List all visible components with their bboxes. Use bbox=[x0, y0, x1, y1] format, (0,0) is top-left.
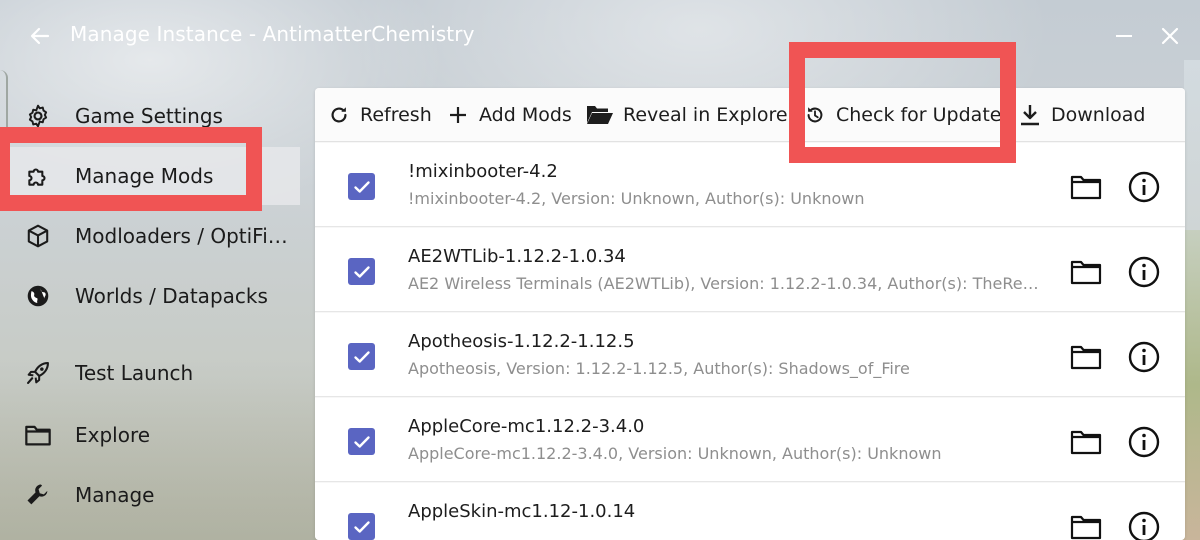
mod-row: AppleSkin-mc1.12-1.0.14 bbox=[315, 483, 1185, 540]
download-button[interactable]: Download bbox=[1018, 96, 1145, 134]
sidebar-item-manage-mods[interactable]: Manage Mods bbox=[0, 147, 300, 205]
reveal-label: Reveal in Explorer bbox=[623, 104, 796, 126]
checkmark-icon bbox=[353, 435, 370, 448]
checkmark-icon bbox=[353, 520, 370, 533]
minimize-button[interactable] bbox=[1108, 20, 1140, 52]
mod-info-button[interactable] bbox=[1126, 424, 1162, 460]
plus-icon bbox=[446, 103, 470, 127]
mods-panel: Refresh Add Mods Reveal in Explorer Chec… bbox=[315, 88, 1185, 540]
sidebar-item-label: Worlds / Datapacks bbox=[75, 284, 268, 308]
mod-enabled-checkbox[interactable] bbox=[348, 173, 375, 200]
info-icon bbox=[1128, 511, 1160, 540]
folder-icon bbox=[1070, 515, 1102, 540]
arrow-left-icon bbox=[30, 27, 50, 45]
open-folder-button[interactable] bbox=[1068, 341, 1104, 373]
refresh-button[interactable]: Refresh bbox=[327, 96, 432, 134]
checkmark-icon bbox=[353, 350, 370, 363]
folder-open-icon bbox=[586, 103, 614, 127]
mod-info-button[interactable] bbox=[1126, 254, 1162, 290]
update-icon bbox=[803, 103, 827, 127]
mod-name: AppleSkin-mc1.12-1.0.14 bbox=[408, 501, 636, 522]
close-button[interactable] bbox=[1154, 20, 1186, 52]
sidebar-item-modloaders[interactable]: Modloaders / OptiFi… bbox=[0, 207, 300, 265]
checkmark-icon bbox=[353, 180, 370, 193]
mod-name: !mixinbooter-4.2 bbox=[408, 161, 558, 182]
close-icon bbox=[1161, 27, 1179, 45]
back-button[interactable] bbox=[24, 20, 56, 52]
cube-icon bbox=[24, 222, 52, 250]
check-for-updates-button[interactable]: Check for Updates bbox=[803, 96, 1011, 134]
info-icon bbox=[1128, 341, 1160, 373]
mod-info-button[interactable] bbox=[1126, 169, 1162, 205]
mod-name: AE2WTLib-1.12.2-1.0.34 bbox=[408, 246, 626, 267]
sidebar-item-worlds[interactable]: Worlds / Datapacks bbox=[0, 267, 300, 325]
sidebar-item-explore[interactable]: Explore bbox=[0, 406, 300, 464]
mod-enabled-checkbox[interactable] bbox=[348, 513, 375, 540]
rocket-icon bbox=[24, 359, 52, 387]
mod-info-button[interactable] bbox=[1126, 509, 1162, 540]
sidebar-item-label: Modloaders / OptiFi… bbox=[75, 224, 288, 248]
checkmark-icon bbox=[353, 265, 370, 278]
folder-icon bbox=[1070, 345, 1102, 370]
mod-description: Apotheosis, Version: 1.12.2-1.12.5, Auth… bbox=[408, 359, 910, 378]
reveal-in-explorer-button[interactable]: Reveal in Explorer bbox=[586, 96, 795, 134]
sidebar-item-manage[interactable]: Manage bbox=[0, 466, 300, 524]
folder-icon bbox=[1070, 260, 1102, 285]
sidebar-item-test-launch[interactable]: Test Launch bbox=[0, 344, 300, 402]
globe-icon bbox=[24, 282, 52, 310]
mod-description: AE2 Wireless Terminals (AE2WTLib), Versi… bbox=[408, 274, 1048, 293]
mod-row: AppleCore-mc1.12.2-3.4.0 AppleCore-mc1.1… bbox=[315, 398, 1185, 482]
mod-name: AppleCore-mc1.12.2-3.4.0 bbox=[408, 416, 645, 437]
sidebar-item-label: Game Settings bbox=[75, 104, 223, 128]
mod-row: AE2WTLib-1.12.2-1.0.34 AE2 Wireless Term… bbox=[315, 228, 1185, 312]
mod-row: Apotheosis-1.12.2-1.12.5 Apotheosis, Ver… bbox=[315, 313, 1185, 397]
sidebar-item-label: Explore bbox=[75, 423, 151, 447]
title-bar: Manage Instance - AntimatterChemistry bbox=[0, 0, 1200, 72]
add-mods-button[interactable]: Add Mods bbox=[446, 96, 572, 134]
folder-icon bbox=[1070, 175, 1102, 200]
folder-icon bbox=[1070, 430, 1102, 455]
refresh-icon bbox=[327, 103, 351, 127]
sidebar-item-label: Manage Mods bbox=[75, 164, 214, 188]
mod-enabled-checkbox[interactable] bbox=[348, 343, 375, 370]
info-icon bbox=[1128, 171, 1160, 203]
open-folder-button[interactable] bbox=[1068, 426, 1104, 458]
mod-description: !mixinbooter-4.2, Version: Unknown, Auth… bbox=[408, 189, 865, 208]
open-folder-button[interactable] bbox=[1068, 511, 1104, 540]
minimize-icon bbox=[1116, 35, 1132, 37]
folder-icon bbox=[24, 421, 52, 449]
check-updates-label: Check for Updates bbox=[836, 104, 1012, 126]
sidebar-item-label: Test Launch bbox=[75, 361, 194, 385]
background-scenery-sky bbox=[1184, 60, 1200, 230]
mod-enabled-checkbox[interactable] bbox=[348, 428, 375, 455]
mod-row: !mixinbooter-4.2 !mixinbooter-4.2, Versi… bbox=[315, 143, 1185, 227]
mod-info-button[interactable] bbox=[1126, 339, 1162, 375]
mod-name: Apotheosis-1.12.2-1.12.5 bbox=[408, 331, 635, 352]
window-title: Manage Instance - AntimatterChemistry bbox=[70, 22, 475, 46]
info-icon bbox=[1128, 256, 1160, 288]
sidebar-item-label: Manage bbox=[75, 483, 155, 507]
puzzle-icon bbox=[24, 162, 52, 190]
refresh-label: Refresh bbox=[360, 104, 432, 126]
open-folder-button[interactable] bbox=[1068, 256, 1104, 288]
add-mods-label: Add Mods bbox=[479, 104, 572, 126]
download-icon bbox=[1018, 103, 1042, 127]
wrench-icon bbox=[24, 481, 52, 509]
gear-icon bbox=[24, 102, 52, 130]
toolbar: Refresh Add Mods Reveal in Explorer Chec… bbox=[315, 88, 1185, 142]
sidebar-item-game-settings[interactable]: Game Settings bbox=[0, 87, 300, 145]
mod-description: AppleCore-mc1.12.2-3.4.0, Version: Unkno… bbox=[408, 444, 942, 463]
info-icon bbox=[1128, 426, 1160, 458]
download-label: Download bbox=[1051, 104, 1146, 126]
open-folder-button[interactable] bbox=[1068, 171, 1104, 203]
mod-enabled-checkbox[interactable] bbox=[348, 258, 375, 285]
